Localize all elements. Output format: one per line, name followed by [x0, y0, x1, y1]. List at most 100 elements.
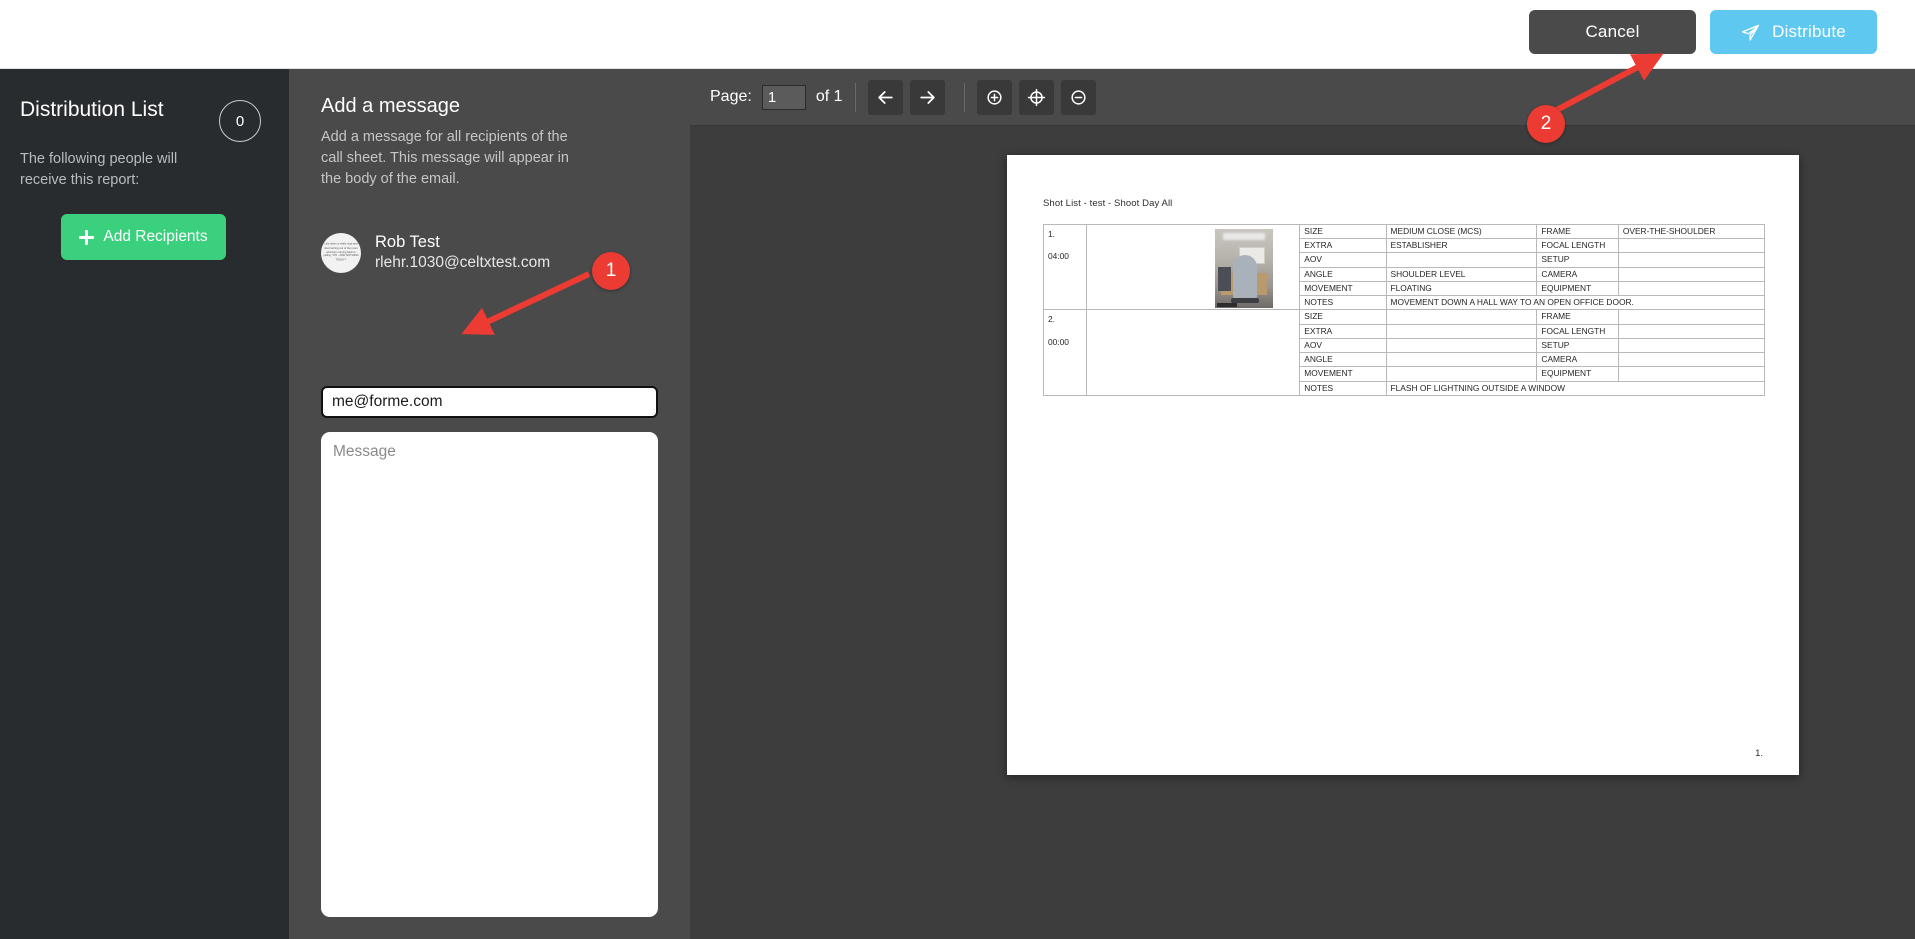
- distribute-button[interactable]: Distribute: [1710, 10, 1877, 54]
- shot-image-cell: [1086, 223, 1301, 311]
- fit-page-icon: [1027, 88, 1045, 106]
- previous-page-button[interactable]: [867, 79, 903, 115]
- header-actions: Cancel Distribute: [1529, 10, 1877, 54]
- sender-email: rlehr.1030@celtxtest.com: [375, 254, 551, 272]
- shot-field-value: [1617, 252, 1766, 268]
- distribution-header: Distribution List 0: [0, 69, 289, 142]
- arrow-right-icon: [919, 90, 935, 104]
- shot-field-value: [1617, 266, 1766, 282]
- table-row: 1. 04:00 SIZE MEDIUM CLOSE (MCS) FRAME OVER-T…: [1042, 223, 1766, 311]
- shot-field-key: ANGLE: [1299, 352, 1387, 368]
- shot-number-cell: 2. 00:00: [1042, 309, 1088, 396]
- shot-field-key: EXTRA: [1299, 238, 1387, 254]
- page-total-label: of 1: [815, 88, 843, 105]
- avatar: Like when a really mad and tired turning…: [321, 232, 361, 273]
- page-title: Distribution List: [20, 98, 164, 121]
- document-page-footer: 1.: [1755, 748, 1763, 759]
- shot-field-value: [1385, 337, 1538, 354]
- shot-field-value: FLOATING: [1385, 280, 1538, 297]
- zoom-out-icon: [1070, 89, 1086, 105]
- shot-field-key: SIZE: [1299, 309, 1387, 325]
- shot-field-value: [1617, 366, 1766, 382]
- shot-time: 00:00: [1048, 336, 1069, 347]
- distribute-button-label: Distribute: [1772, 22, 1846, 41]
- zoom-out-button[interactable]: [1060, 79, 1096, 115]
- shot-list-table: 1. 04:00 SIZE MEDIUM CLOSE (MCS) FRAME OVER-T…: [1042, 223, 1766, 396]
- fit-page-button[interactable]: [1018, 79, 1054, 115]
- shot-field-key: CAMERA: [1536, 266, 1619, 282]
- shot-field-value: [1617, 337, 1766, 354]
- zoom-in-icon: [986, 89, 1002, 105]
- toolbar-divider: [854, 82, 856, 112]
- shot-field-key: EQUIPMENT: [1536, 280, 1619, 297]
- add-message-title: Add a message: [321, 95, 460, 117]
- shot-number-cell: 1. 04:00: [1042, 223, 1088, 311]
- shot-field-value: ESTABLISHER: [1385, 238, 1538, 254]
- toolbar-divider: [963, 82, 965, 112]
- shot-field-key: AOV: [1299, 337, 1387, 354]
- distribution-subtitle: The following people will receive this r…: [20, 151, 178, 188]
- recipient-email-input[interactable]: [321, 386, 658, 418]
- distribution-list-panel: Distribution List 0 The following people…: [0, 69, 289, 939]
- shot-field-value: OVER-THE-SHOULDER: [1617, 223, 1766, 240]
- shot-thumbnail-image: [1215, 229, 1274, 308]
- shot-field-value: [1617, 280, 1766, 297]
- shot-field-value: [1385, 352, 1538, 368]
- shot-field-value: [1385, 323, 1538, 339]
- table-row: 2. 00:00 SIZE FRAME: [1042, 309, 1766, 396]
- page-label: Page:: [710, 88, 752, 105]
- shot-notes-value: MOVEMENT DOWN A HALL WAY TO AN OPEN OFFI…: [1385, 295, 1765, 311]
- plus-icon: [79, 229, 95, 245]
- shot-field-key: NOTES: [1299, 295, 1387, 311]
- shot-field-value: [1617, 238, 1766, 254]
- document-page[interactable]: Shot List - test - Shoot Day All 1. 04:00…: [1007, 155, 1799, 775]
- shot-field-value: [1617, 352, 1766, 368]
- add-message-description: Add a message for all recipients of the …: [321, 129, 569, 188]
- shot-field-key: FOCAL LENGTH: [1536, 238, 1619, 254]
- shot-field-key: FOCAL LENGTH: [1536, 323, 1619, 339]
- message-textarea[interactable]: [321, 432, 658, 917]
- add-message-panel: Add a message Add a message for all reci…: [289, 69, 690, 939]
- shot-notes-value: FLASH OF LIGHTNING OUTSIDE A WINDOW: [1385, 380, 1765, 396]
- shot-image-cell: [1086, 309, 1301, 396]
- shot-field-value: SHOULDER LEVEL: [1385, 266, 1538, 282]
- send-icon: [1741, 23, 1760, 42]
- shot-field-key: CAMERA: [1536, 352, 1619, 368]
- avatar-image-text: Like when a really mad and tired turning…: [323, 242, 359, 262]
- shot-field-value: [1385, 309, 1538, 325]
- shot-field-value: MEDIUM CLOSE (MCS): [1385, 223, 1538, 240]
- arrow-left-icon: [877, 90, 893, 104]
- shot-field-value: [1385, 366, 1538, 382]
- document-viewer-panel: Page: of 1: [690, 69, 1915, 939]
- shot-field-key: EQUIPMENT: [1536, 366, 1619, 382]
- sender-info: Rob Test rlehr.1030@celtxtest.com: [375, 231, 550, 274]
- zoom-in-button[interactable]: [976, 79, 1012, 115]
- top-header-bar: Cancel Distribute: [0, 0, 1915, 69]
- shot-field-key: NOTES: [1299, 380, 1387, 396]
- shot-field-value: [1617, 309, 1766, 325]
- shot-field-key: EXTRA: [1299, 323, 1387, 339]
- shot-field-key: FRAME: [1536, 309, 1619, 325]
- sender-name: Rob Test: [375, 233, 440, 251]
- shot-field-key: SETUP: [1536, 252, 1619, 268]
- shot-time: 04:00: [1048, 251, 1069, 262]
- page-number-input[interactable]: [761, 84, 806, 110]
- shot-number: 2.: [1048, 314, 1055, 325]
- document-title: Shot List - test - Shoot Day All: [1043, 198, 1173, 209]
- shot-field-key: AOV: [1299, 252, 1387, 268]
- shot-field-value: [1617, 323, 1766, 339]
- recipient-count-badge: 0: [219, 100, 261, 142]
- shot-number: 1.: [1048, 229, 1055, 239]
- add-recipients-label: Add Recipients: [103, 228, 208, 245]
- shot-field-key: MOVEMENT: [1299, 280, 1387, 297]
- cancel-button[interactable]: Cancel: [1529, 10, 1696, 54]
- sender-row: Like when a really mad and tired turning…: [321, 231, 550, 274]
- next-page-button[interactable]: [909, 79, 945, 115]
- viewer-toolbar: Page: of 1: [690, 69, 1915, 126]
- shot-field-value: [1385, 252, 1538, 268]
- cancel-button-label: Cancel: [1585, 22, 1640, 41]
- shot-field-key: FRAME: [1536, 223, 1619, 240]
- shot-field-key: ANGLE: [1299, 266, 1387, 282]
- add-recipients-button[interactable]: Add Recipients: [61, 214, 226, 260]
- shot-field-key: MOVEMENT: [1299, 366, 1387, 382]
